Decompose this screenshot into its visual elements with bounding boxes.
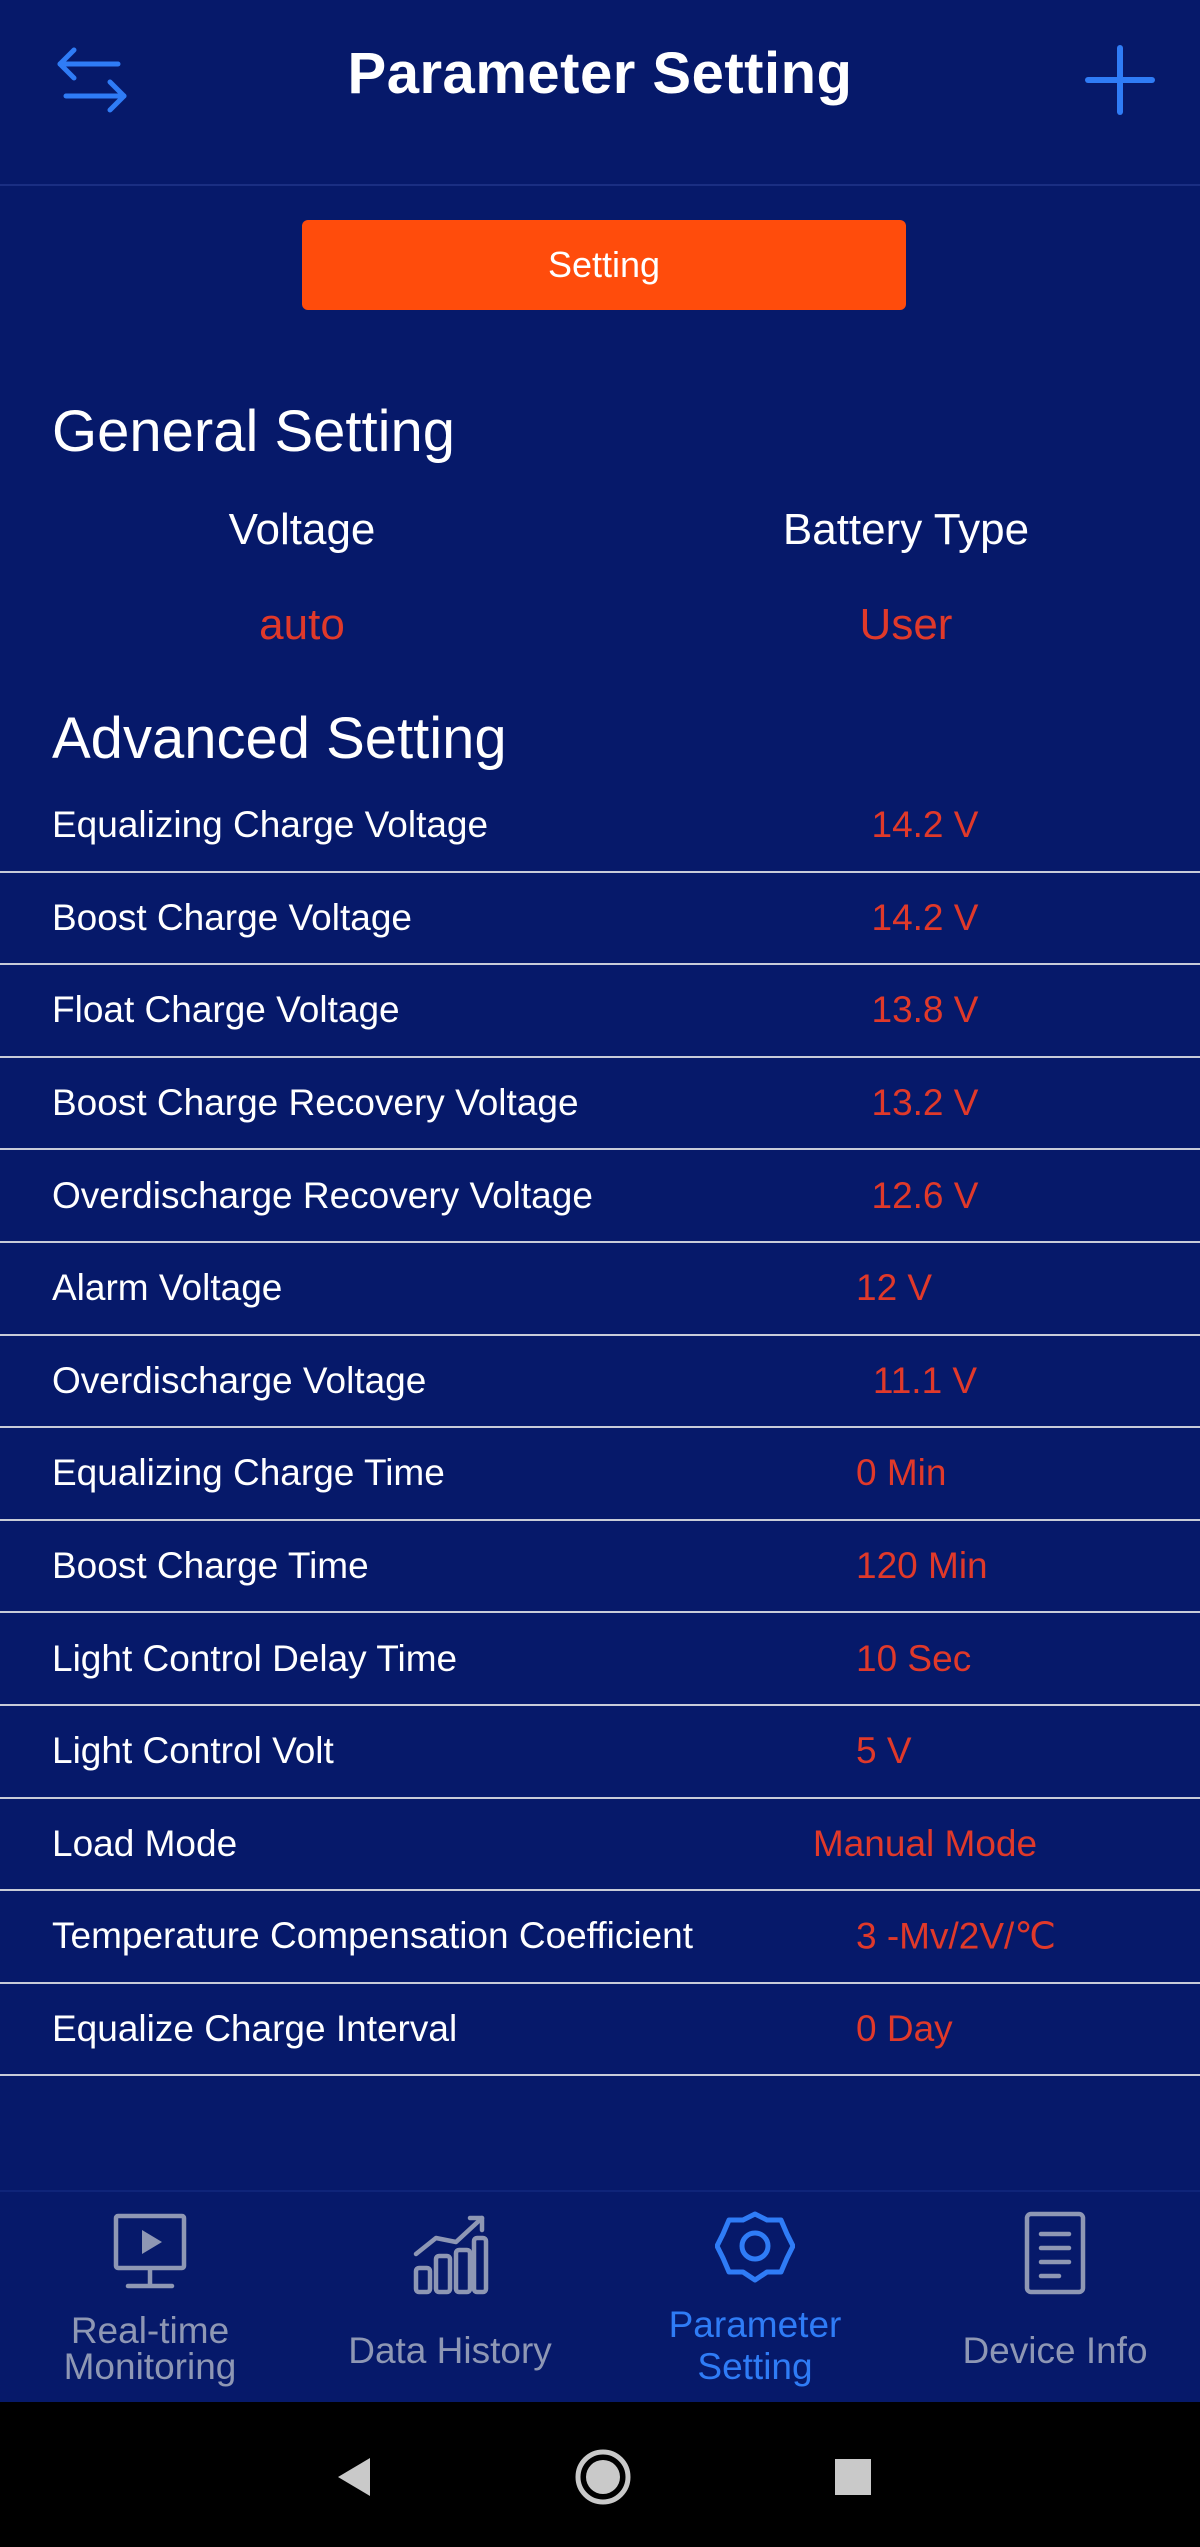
nav-label: Device Info [962, 2330, 1148, 2371]
alarm-voltage-row[interactable]: Alarm Voltage 12 V [0, 1243, 1200, 1336]
voltage-value[interactable]: auto [2, 600, 602, 650]
row-value: 10 Sec [856, 1637, 972, 1679]
row-label: Equalizing Charge Voltage [52, 804, 489, 846]
row-value: 13.2 V [871, 1082, 979, 1124]
nav-data-history[interactable]: Data History [300, 2192, 600, 2404]
row-value: 0 Day [856, 2008, 953, 2050]
nav-real-time-monitoring[interactable]: Real-time Monitoring [0, 2192, 300, 2404]
row-label: Equalizing Charge Time [52, 1452, 445, 1494]
boost-charge-voltage-row[interactable]: Boost Charge Voltage 14.2 V [0, 873, 1200, 966]
light-control-delay-time-row[interactable]: Light Control Delay Time 10 Sec [0, 1613, 1200, 1706]
nav-device-info[interactable]: Device Info [905, 2192, 1200, 2404]
row-value: 120 Min [856, 1545, 988, 1587]
app-header: Parameter Setting [0, 0, 1200, 186]
voltage-label: Voltage [228, 505, 376, 554]
equalizing-charge-time-row[interactable]: Equalizing Charge Time 0 Min [0, 1428, 1200, 1521]
plus-icon[interactable] [1080, 40, 1160, 120]
system-navigation-bar [0, 2402, 1200, 2547]
row-value: Manual Mode [812, 1822, 1038, 1864]
home-icon[interactable] [568, 2442, 638, 2512]
boost-charge-recovery-voltage-row[interactable]: Boost Charge Recovery Voltage 13.2 V [0, 1058, 1200, 1151]
row-label: Overdischarge Recovery Voltage [52, 1174, 593, 1216]
boost-charge-time-row[interactable]: Boost Charge Time 120 Min [0, 1521, 1200, 1614]
row-label: Overdischarge Voltage [52, 1359, 427, 1401]
row-label: Alarm Voltage [52, 1267, 283, 1309]
advanced-setting-title: Advanced Setting [52, 706, 507, 771]
equalizing-charge-voltage-row[interactable]: Equalizing Charge Voltage 14.2 V [0, 780, 1200, 873]
advanced-settings-list: Equalizing Charge Voltage 14.2 V Boost C… [0, 780, 1200, 2077]
row-label: Light Control Volt [52, 1730, 334, 1772]
temperature-compensation-coefficient-row[interactable]: Temperature Compensation Coefficient 3 -… [0, 1891, 1200, 1984]
nav-label: Data History [348, 2330, 552, 2371]
float-charge-voltage-row[interactable]: Float Charge Voltage 13.8 V [0, 965, 1200, 1058]
equalize-charge-interval-row[interactable]: Equalize Charge Interval 0 Day [0, 1984, 1200, 2077]
bottom-nav: Real-time Monitoring Data History Parame… [0, 2190, 1200, 2402]
battery-type-value[interactable]: User [606, 600, 1200, 650]
row-value: 5 V [856, 1730, 912, 1772]
light-control-volt-row[interactable]: Light Control Volt 5 V [0, 1706, 1200, 1799]
row-value: 11.1 V [872, 1359, 978, 1401]
nav-label: Monitoring [63, 2346, 237, 2387]
row-label: Light Control Delay Time [52, 1637, 458, 1679]
nav-parameter-setting[interactable]: Parameter Setting [605, 2192, 905, 2404]
row-value: 12.6 V [871, 1174, 979, 1216]
back-icon[interactable] [320, 2442, 390, 2512]
row-label: Boost Charge Time [52, 1545, 369, 1587]
gear-icon [714, 2210, 796, 2296]
setting-button[interactable]: Setting [302, 220, 906, 310]
row-label: Boost Charge Voltage [52, 896, 412, 938]
parameter-setting-screen: Parameter Setting Setting General Settin… [0, 0, 1200, 2547]
row-value: 12 V [856, 1267, 933, 1309]
general-setting-title: General Setting [52, 399, 456, 464]
row-label: Load Mode [52, 1822, 238, 1864]
nav-label: Parameter [668, 2304, 842, 2345]
row-value: 3 -Mv/2V/℃ [856, 1915, 1056, 1957]
row-value: 13.8 V [871, 989, 979, 1031]
nav-label: Real-time [70, 2310, 230, 2351]
row-label: Temperature Compensation Coefficient [52, 1915, 693, 1957]
load-mode-row[interactable]: Load Mode Manual Mode [0, 1799, 1200, 1892]
row-value: 14.2 V [871, 804, 979, 846]
row-label: Float Charge Voltage [52, 989, 400, 1031]
document-icon [1015, 2210, 1095, 2296]
monitor-play-icon [110, 2210, 190, 2296]
recents-icon[interactable] [818, 2442, 888, 2512]
overdischarge-recovery-voltage-row[interactable]: Overdischarge Recovery Voltage 12.6 V [0, 1150, 1200, 1243]
row-value: 14.2 V [871, 896, 979, 938]
row-label: Equalize Charge Interval [52, 2008, 458, 2050]
overdischarge-voltage-row[interactable]: Overdischarge Voltage 11.1 V [0, 1336, 1200, 1429]
bar-chart-icon [410, 2210, 490, 2296]
page-title: Parameter Setting [347, 41, 853, 106]
nav-label: Setting [697, 2346, 813, 2387]
battery-type-label: Battery Type [782, 505, 1030, 554]
row-label: Boost Charge Recovery Voltage [52, 1082, 579, 1124]
row-value: 0 Min [856, 1452, 947, 1494]
